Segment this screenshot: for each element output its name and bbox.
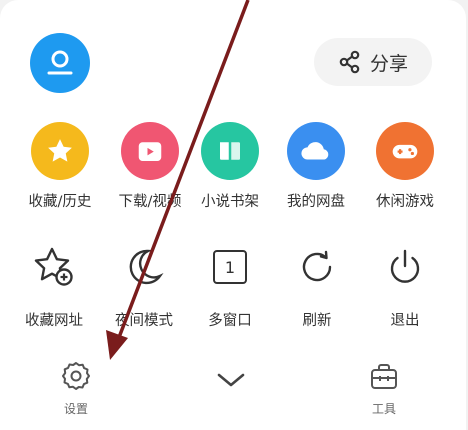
gear-icon — [62, 362, 90, 390]
menu-item-label: 下载/视频 — [118, 194, 182, 210]
menu-item-label: 退出 — [390, 313, 420, 329]
refresh-icon — [302, 250, 332, 282]
bottom-bar: 设置 工具 — [0, 356, 466, 430]
menu-item-label: 收藏/历史 — [28, 194, 92, 210]
menu-item-multi-window[interactable]: 1 多窗口 — [184, 238, 276, 330]
play-icon — [138, 142, 162, 161]
games-icon-circle — [376, 122, 434, 180]
gamepad-icon — [392, 144, 418, 159]
exit-icon-wrap — [376, 238, 434, 296]
downloads-icon-circle — [121, 122, 179, 180]
share-label: 分享 — [369, 52, 408, 75]
favorites-icon-circle — [31, 122, 89, 180]
menu-item-novel-shelf[interactable]: 小说书架 — [184, 122, 276, 211]
star-add-icon — [34, 247, 73, 286]
bookmark-url-icon-wrap — [25, 238, 83, 296]
menu-item-cloud-drive[interactable]: 我的网盘 — [270, 122, 362, 211]
user-icon — [47, 50, 73, 75]
menu-item-refresh[interactable]: 刷新 — [271, 238, 363, 330]
menu-item-label: 小说书架 — [201, 194, 259, 210]
tools-button[interactable]: 工具 — [349, 362, 419, 417]
collapse-button[interactable] — [196, 370, 266, 394]
menu-item-label: 休闲游戏 — [376, 194, 434, 210]
cloud-icon-circle — [287, 122, 345, 180]
menu-item-label: 收藏网址 — [25, 313, 83, 329]
share-icon — [339, 50, 360, 74]
menu-item-label: 我的网盘 — [287, 194, 345, 210]
menu-item-downloads-video[interactable]: 下载/视频 — [104, 122, 196, 211]
moon-icon — [129, 249, 164, 285]
settings-button[interactable]: 设置 — [41, 360, 111, 417]
menu-item-exit[interactable]: 退出 — [359, 238, 451, 330]
user-avatar[interactable] — [30, 33, 90, 93]
menu-panel: 分享 收藏/历史 下载/视频 小说书架 我的网盘 休闲游戏 收藏网址 夜间模式 … — [0, 0, 466, 430]
chevron-down-icon — [217, 373, 245, 387]
multi-window-icon-wrap: 1 — [201, 238, 259, 296]
menu-item-bookmark-url[interactable]: 收藏网址 — [8, 238, 100, 330]
window-count-icon: 1 — [213, 250, 247, 284]
share-button[interactable]: 分享 — [314, 38, 432, 86]
menu-item-casual-games[interactable]: 休闲游戏 — [359, 122, 451, 211]
settings-label: 设置 — [63, 402, 88, 416]
menu-item-label: 多窗口 — [208, 313, 252, 329]
power-icon — [390, 249, 420, 283]
menu-item-favorites-history[interactable]: 收藏/历史 — [14, 122, 106, 211]
star-icon — [48, 139, 72, 162]
menu-item-label: 夜间模式 — [115, 313, 173, 329]
book-icon — [220, 142, 240, 160]
toolbox-icon — [371, 364, 397, 389]
window-count: 1 — [224, 257, 236, 277]
menu-item-label: 刷新 — [302, 313, 332, 329]
tools-label: 工具 — [371, 402, 396, 416]
refresh-icon-wrap — [288, 238, 346, 296]
night-mode-icon-wrap — [115, 238, 173, 296]
menu-item-night-mode[interactable]: 夜间模式 — [98, 238, 190, 330]
cloud-icon — [301, 142, 329, 160]
novel-icon-circle — [201, 122, 259, 180]
